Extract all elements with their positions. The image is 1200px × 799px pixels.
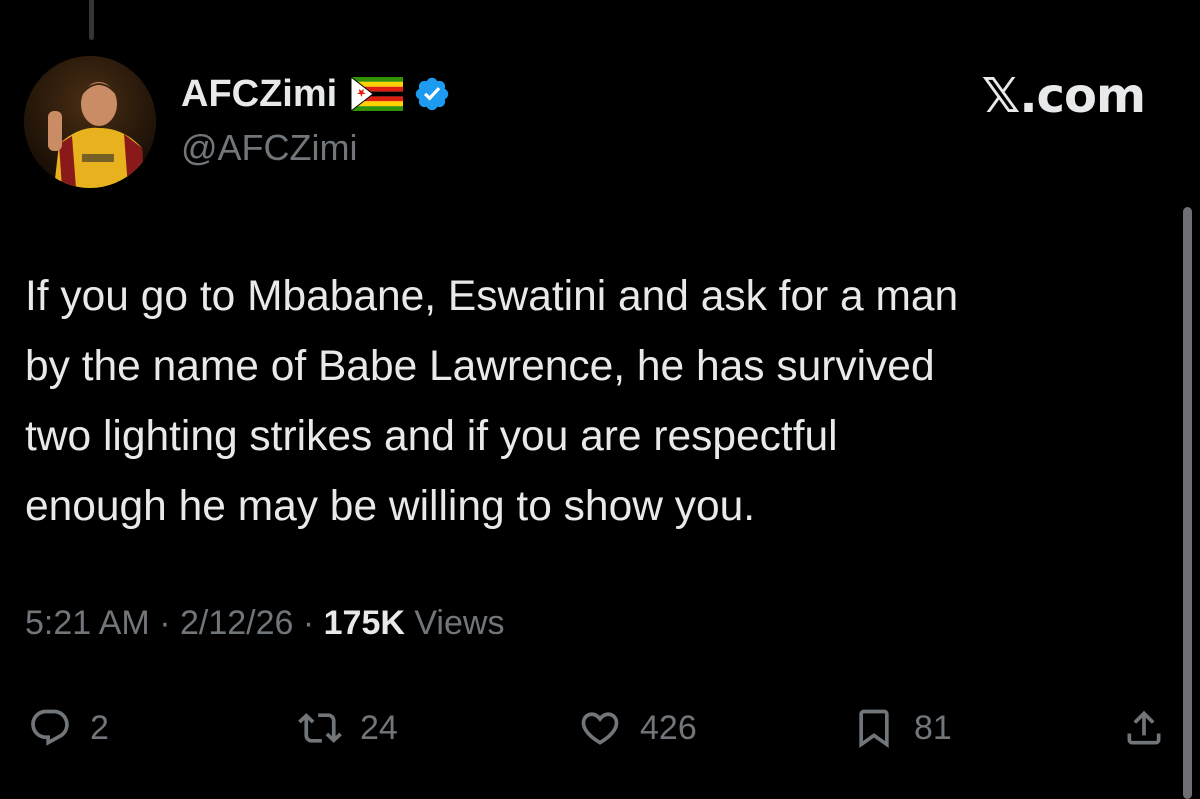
reply-icon — [28, 706, 72, 750]
views-count: 175K — [323, 604, 405, 642]
meta-separator: · — [149, 604, 180, 642]
display-name-row: AFCZimi — [181, 70, 451, 118]
thread-connector-line — [89, 0, 94, 40]
zimbabwe-flag-icon — [350, 75, 404, 113]
tweet-date[interactable]: 2/12/26 — [180, 604, 293, 643]
views-label: Views — [404, 604, 505, 642]
meta-separator: · — [293, 604, 324, 642]
retweet-button[interactable]: 24 — [298, 700, 398, 756]
share-icon — [1122, 706, 1166, 750]
tweet-meta: 5:21 AM · 2/12/26 · 175K Views — [25, 604, 504, 643]
reply-count: 2 — [90, 708, 109, 747]
bookmark-count: 81 — [914, 708, 952, 747]
retweet-count: 24 — [360, 708, 398, 747]
tweet-time[interactable]: 5:21 AM — [25, 604, 150, 643]
user-handle[interactable]: @AFCZimi — [181, 127, 358, 169]
avatar[interactable] — [24, 56, 156, 188]
action-bar: 2 24 426 81 — [0, 700, 1200, 756]
share-button[interactable] — [1122, 700, 1166, 756]
x-com-brand-label: 𝕏.com — [981, 68, 1146, 124]
retweet-icon — [298, 706, 342, 750]
tweet-text: If you go to Mbabane, Eswatini and ask f… — [25, 273, 959, 530]
bookmark-button[interactable]: 81 — [852, 700, 952, 756]
reply-button[interactable]: 2 — [28, 700, 109, 756]
verified-badge-icon[interactable] — [413, 75, 451, 113]
avatar-image — [24, 56, 156, 188]
heart-icon — [578, 706, 622, 750]
display-name[interactable]: AFCZimi — [181, 73, 337, 116]
like-button[interactable]: 426 — [578, 700, 697, 756]
bookmark-icon — [852, 706, 896, 750]
like-count: 426 — [640, 708, 697, 747]
